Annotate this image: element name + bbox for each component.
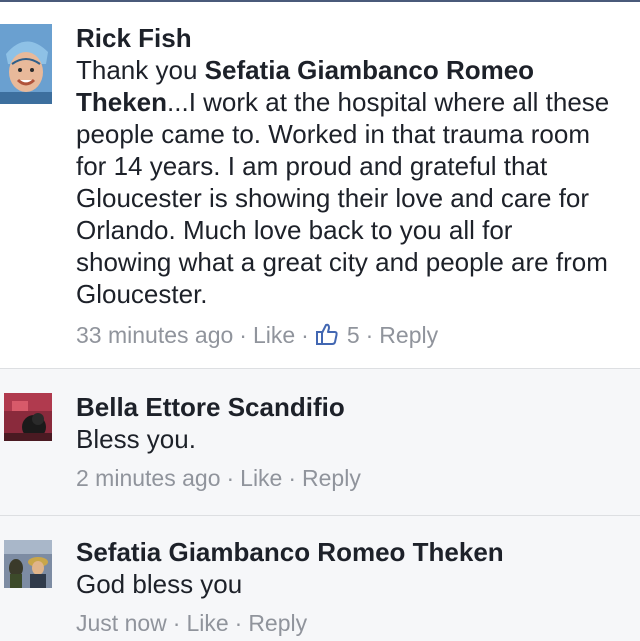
separator: · <box>172 610 181 636</box>
comment-meta: 33 minutes ago · Like · 5 · Reply <box>76 320 640 353</box>
separator: · <box>288 465 297 491</box>
avatar[interactable] <box>4 540 52 588</box>
comment-text: Bless you. <box>76 424 196 454</box>
comment-item: Rick Fish Thank you Sefatia Giambanco Ro… <box>0 2 640 368</box>
reaction-count[interactable]: 5 <box>347 322 360 348</box>
thumbs-up-icon[interactable] <box>315 322 339 353</box>
like-button[interactable]: Like <box>186 610 228 636</box>
like-button[interactable]: Like <box>253 322 295 348</box>
comment-author[interactable]: Bella Ettore Scandifio <box>76 391 640 423</box>
like-button[interactable]: Like <box>240 465 282 491</box>
separator: · <box>301 322 309 348</box>
separator: · <box>365 322 374 348</box>
comment-text: God bless you <box>76 569 243 599</box>
reply-item: Sefatia Giambanco Romeo Theken God bless… <box>0 515 640 641</box>
timestamp[interactable]: 2 minutes ago <box>76 465 220 491</box>
comment-text: Thank you Sefatia Giambanco Romeo Theken… <box>76 55 610 309</box>
avatar[interactable] <box>0 24 52 104</box>
reply-button[interactable]: Reply <box>379 322 438 348</box>
separator: · <box>234 610 243 636</box>
separator: · <box>226 465 235 491</box>
comment-author[interactable]: Rick Fish <box>76 22 640 54</box>
comment-author[interactable]: Sefatia Giambanco Romeo Theken <box>76 536 640 568</box>
mentioned-name[interactable]: Sefatia Giambanco Romeo <box>205 55 534 85</box>
reply-item: Bella Ettore Scandifio Bless you. 2 minu… <box>0 368 640 515</box>
comment-meta: Just now · Like · Reply <box>76 608 640 638</box>
avatar[interactable] <box>4 393 52 441</box>
timestamp[interactable]: Just now <box>76 610 167 636</box>
timestamp[interactable]: 33 minutes ago <box>76 322 233 348</box>
comment-meta: 2 minutes ago · Like · Reply <box>76 463 640 493</box>
mentioned-name[interactable]: Theken <box>76 87 167 117</box>
separator: · <box>239 322 247 348</box>
reply-button[interactable]: Reply <box>248 610 307 636</box>
reply-button[interactable]: Reply <box>302 465 361 491</box>
